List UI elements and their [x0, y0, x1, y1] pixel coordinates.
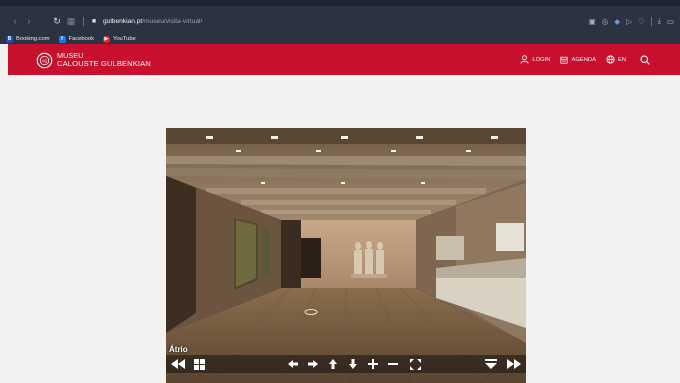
download-icon[interactable]: ⤓: [658, 16, 661, 26]
bookmark-youtube[interactable]: ▶ YouTube: [102, 35, 136, 43]
panorama-image[interactable]: [166, 128, 526, 383]
language-switch[interactable]: EN: [606, 55, 626, 64]
globe-icon: [606, 55, 615, 64]
camera-icon[interactable]: ◎: [602, 17, 609, 26]
address-bar: ‹ › ↻ ▦ ■ gulbenkian.pt/museu/visita-vir…: [0, 12, 680, 30]
tour-controls-bar: [166, 355, 526, 373]
bookmark-label: YouTube: [112, 36, 136, 42]
agenda-label: AGENDA: [571, 56, 596, 63]
search-button[interactable]: [640, 54, 650, 65]
divider: [83, 16, 84, 26]
bookmark-label: Booking.com: [16, 36, 50, 42]
pan-up-icon[interactable]: [326, 357, 340, 371]
lock-icon[interactable]: ■: [89, 18, 99, 25]
heart-icon[interactable]: ♡: [638, 17, 645, 26]
search-icon: [640, 54, 650, 65]
header-nav: LOGIN AGENDA EN: [520, 44, 650, 75]
svg-text:cg: cg: [42, 58, 47, 63]
play-icon[interactable]: ▷: [626, 17, 632, 26]
youtube-icon: ▶: [102, 35, 110, 43]
rewind-icon[interactable]: [170, 357, 186, 371]
booking-icon: B: [6, 35, 13, 43]
scene-title: Átrio: [169, 345, 188, 354]
back-arrow-icon[interactable]: ‹: [8, 16, 22, 26]
fast-forward-icon[interactable]: [506, 357, 522, 371]
url-text[interactable]: gulbenkian.pt/museu/visita-virtual/: [103, 18, 202, 25]
zoom-in-icon[interactable]: [366, 357, 380, 371]
login-link[interactable]: LOGIN: [520, 55, 550, 64]
url-path: /museu/visita-virtual/: [142, 17, 203, 25]
screenshot-icon[interactable]: ▣: [589, 17, 596, 26]
agenda-link[interactable]: AGENDA: [560, 56, 596, 64]
main-content: Átrio: [8, 87, 680, 383]
wallet-icon[interactable]: ▭: [667, 17, 674, 26]
divider: [650, 16, 652, 26]
thumbnails-grid-icon[interactable]: [192, 357, 206, 371]
tabs-grid-icon[interactable]: ▦: [64, 16, 78, 27]
pan-left-icon[interactable]: [286, 357, 300, 371]
zoom-out-icon[interactable]: [386, 357, 400, 371]
shield-icon[interactable]: ◆: [614, 17, 620, 26]
login-label: LOGIN: [532, 56, 551, 63]
bookmark-booking[interactable]: B Booking.com: [6, 35, 50, 43]
logo-text: MUSEU CALOUSTE GULBENKIAN: [57, 52, 151, 68]
user-icon: [520, 55, 529, 64]
forward-arrow-icon[interactable]: ›: [22, 16, 36, 26]
bookmark-label: Facebook: [68, 36, 94, 42]
extensions-area: ▣ ◎ ◆ ▷ ♡ ⤓ ▭: [589, 12, 674, 30]
pan-right-icon[interactable]: [306, 357, 320, 371]
fullscreen-icon[interactable]: [408, 357, 422, 371]
museum-logo[interactable]: cg MUSEU CALOUSTE GULBENKIAN: [36, 49, 164, 71]
calendar-icon: [560, 56, 569, 64]
site-header: cg MUSEU CALOUSTE GULBENKIAN LOGIN AGEND…: [8, 44, 680, 75]
bookmark-facebook[interactable]: f Facebook: [58, 35, 94, 43]
url-host: gulbenkian.pt: [103, 17, 143, 25]
reload-icon[interactable]: ↻: [50, 16, 64, 27]
logo-emblem-icon: cg: [36, 52, 53, 68]
logo-line-2: CALOUSTE GULBENKIAN: [57, 59, 151, 68]
browser-chrome: ‹ › ↻ ▦ ■ gulbenkian.pt/museu/visita-vir…: [0, 0, 680, 44]
pan-down-icon[interactable]: [346, 357, 360, 371]
collapse-down-icon[interactable]: [484, 357, 498, 371]
virtual-tour-viewer[interactable]: Átrio: [166, 128, 526, 383]
language-label: EN: [617, 56, 626, 63]
facebook-icon: f: [58, 35, 66, 43]
